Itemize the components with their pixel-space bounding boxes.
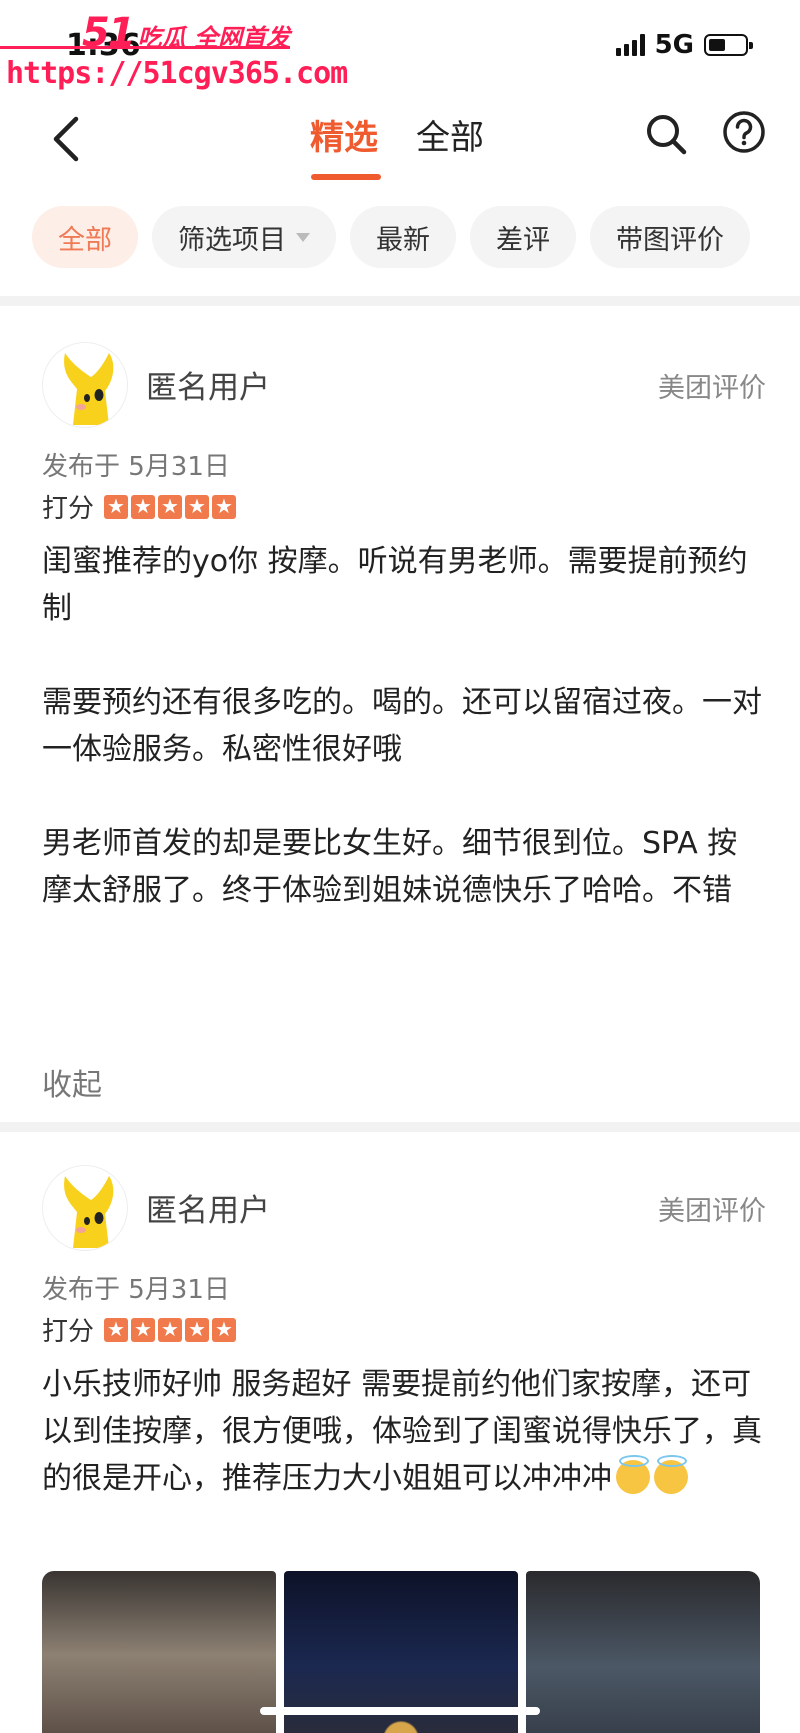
section-divider	[0, 1122, 800, 1132]
review-paragraph: 小乐技师好帅 服务超好 需要提前约他们家按摩，还可以到佳按摩，很方便哦，体验到了…	[42, 1361, 762, 1502]
halo-smile-emoji-icon	[616, 1455, 650, 1494]
home-indicator	[260, 1707, 540, 1715]
signal-icon	[615, 34, 645, 56]
star-icon	[158, 1316, 183, 1342]
watermark-underline	[0, 46, 290, 49]
review-photo[interactable]	[526, 1571, 760, 1733]
review-date: 发布于 5月31日	[42, 1275, 230, 1305]
filter-chip-label: 最新	[376, 224, 430, 256]
section-divider	[0, 296, 800, 306]
help-icon[interactable]	[722, 110, 766, 154]
filter-chip-label: 差评	[496, 224, 550, 256]
star-icon	[131, 493, 156, 519]
dropdown-caret-icon	[296, 232, 310, 242]
filter-chip-with-photos[interactable]: 带图评价	[590, 206, 750, 268]
top-nav: 精选 全部	[0, 96, 800, 186]
review-page: 1:36 5G 51 吃瓜 全网首发 https://51cgv365.com 精…	[0, 0, 800, 1733]
watermark-url: https://51cgv365.com	[6, 56, 348, 91]
avatar-mascot-icon	[64, 353, 114, 425]
star-icon	[104, 1316, 129, 1342]
avatar[interactable]	[42, 342, 128, 428]
review-paragraph: 闺蜜推荐的yo你 按摩。听说有男老师。需要提前预约制	[42, 544, 748, 626]
review-photo[interactable]	[42, 1571, 276, 1733]
halo-smile-emoji-icon	[654, 1455, 688, 1494]
star-icon	[131, 1316, 156, 1342]
filter-chip-label: 带图评价	[616, 224, 724, 256]
review-paragraph: 男老师首发的却是要比女生好。细节很到位。SPA 按摩太舒服了。终于体验到姐妹说德…	[42, 826, 738, 908]
back-arrow-icon[interactable]	[46, 114, 86, 164]
avatar[interactable]	[42, 1165, 128, 1251]
filter-chip-negative[interactable]: 差评	[470, 206, 576, 268]
active-tab-indicator	[311, 174, 381, 180]
star-rating	[104, 493, 237, 519]
review-paragraph: 需要预约还有很多吃的。喝的。还可以留宿过夜。一对一体验服务。私密性很好哦	[42, 685, 762, 767]
star-icon	[212, 493, 237, 519]
network-label: 5G	[654, 30, 694, 60]
review-source: 美团评价	[658, 373, 766, 404]
filter-chip-latest[interactable]: 最新	[350, 206, 456, 268]
review-username: 匿名用户	[146, 370, 270, 406]
watermark-number: 51	[82, 10, 136, 56]
review-source: 美团评价	[658, 1196, 766, 1227]
watermark-brand: 51 吃瓜 全网首发	[82, 10, 290, 56]
collapse-link[interactable]: 收起	[42, 1060, 102, 1104]
review-rating: 打分	[42, 1311, 237, 1348]
star-icon	[158, 493, 183, 519]
filter-chip-label: 全部	[58, 224, 112, 256]
review-body: 小乐技师好帅 服务超好 需要提前约他们家按摩，还可以到佳按摩，很方便哦，体验到了…	[42, 1361, 762, 1502]
star-icon	[185, 493, 210, 519]
review-date: 发布于 5月31日	[42, 452, 230, 482]
rating-label: 打分	[42, 1317, 95, 1347]
filter-bar: 全部 筛选项目 最新 差评 带图评价	[32, 206, 750, 268]
battery-icon	[704, 34, 753, 56]
star-icon	[104, 493, 129, 519]
status-indicators: 5G	[615, 30, 753, 60]
star-rating	[104, 1316, 237, 1342]
review-body: 闺蜜推荐的yo你 按摩。听说有男老师。需要提前预约制 需要预约还有很多吃的。喝的…	[42, 538, 762, 914]
tab-all[interactable]: 全部	[416, 110, 484, 159]
star-icon	[212, 1316, 237, 1342]
filter-chip-all[interactable]: 全部	[32, 206, 138, 268]
star-icon	[185, 1316, 210, 1342]
search-icon[interactable]	[644, 112, 688, 156]
review-username: 匿名用户	[146, 1193, 270, 1229]
avatar-mascot-icon	[64, 1176, 114, 1248]
review-rating: 打分	[42, 488, 237, 525]
rating-label: 打分	[42, 494, 95, 524]
filter-chip-project[interactable]: 筛选项目	[152, 206, 336, 268]
filter-chip-label: 筛选项目	[178, 224, 286, 256]
tab-featured[interactable]: 精选	[310, 110, 378, 159]
